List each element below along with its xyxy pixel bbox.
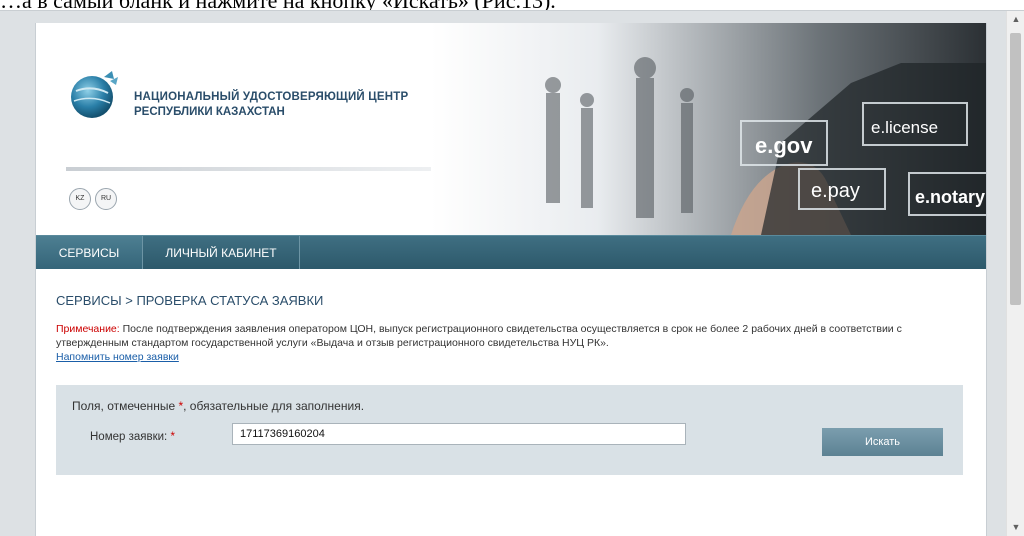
required-note-suffix: , обязательные для заполнения. (183, 399, 365, 413)
nav-item-services[interactable]: СЕРВИСЫ (36, 236, 143, 270)
note-label: Примечание: (56, 323, 120, 335)
service-note: Примечание: После подтверждения заявлени… (56, 322, 966, 350)
required-fields-note: Поля, отмеченные *, обязательные для зап… (72, 399, 364, 413)
request-number-required-star: * (170, 431, 175, 443)
svg-text:e.gov: e.gov (755, 133, 813, 158)
lang-kz-button[interactable]: KZ (69, 188, 91, 210)
org-name-line2: РЕСПУБЛИКИ КАЗАХСТАН (134, 106, 285, 118)
remind-request-number-link[interactable]: Напомнить номер заявки (56, 351, 179, 363)
header-divider (66, 167, 436, 171)
web-page: НАЦИОНАЛЬНЫЙ УДОСТОВЕРЯЮЩИЙ ЦЕНТР РЕСПУБ… (35, 23, 987, 536)
main-navigation: СЕРВИСЫ ЛИЧНЫЙ КАБИНЕТ (36, 235, 986, 270)
svg-text:e.license: e.license (871, 118, 938, 137)
required-note-prefix: Поля, отмеченные (72, 399, 179, 413)
lang-ru-button[interactable]: RU (95, 188, 117, 210)
status-check-form: Поля, отмеченные * , обязательные для зап… (56, 385, 963, 475)
scroll-down-arrow-icon[interactable]: ▼ (1010, 521, 1022, 533)
note-text: После подтверждения заявления оператором… (56, 323, 902, 349)
search-button[interactable]: Искать (822, 428, 943, 456)
org-name-line1: НАЦИОНАЛЬНЫЙ УДОСТОВЕРЯЮЩИЙ ЦЕНТР (134, 91, 409, 103)
svg-text:e.pay: e.pay (811, 180, 860, 202)
request-number-label-text: Номер заявки: (90, 431, 168, 443)
egov-banner-image: e.gov e.license e.pay e.notary (431, 23, 986, 235)
request-number-label: Номер заявки: * (90, 431, 175, 443)
scroll-up-arrow-icon[interactable]: ▲ (1010, 13, 1022, 25)
site-header: НАЦИОНАЛЬНЫЙ УДОСТОВЕРЯЮЩИЙ ЦЕНТР РЕСПУБ… (36, 23, 986, 235)
vertical-scrollbar[interactable]: ▲ ▼ (1006, 11, 1024, 536)
nav-item-personal-cabinet[interactable]: ЛИЧНЫЙ КАБИНЕТ (143, 236, 300, 270)
svg-text:e.notary: e.notary (915, 187, 985, 207)
globe-logo-icon (71, 71, 118, 118)
browser-window: НАЦИОНАЛЬНЫЙ УДОСТОВЕРЯЮЩИЙ ЦЕНТР РЕСПУБ… (0, 10, 1024, 536)
breadcrumb: СЕРВИСЫ > ПРОВЕРКА СТАТУСА ЗАЯВКИ (56, 293, 324, 308)
main-content: СЕРВИСЫ > ПРОВЕРКА СТАТУСА ЗАЯВКИ Примеч… (36, 269, 986, 536)
request-number-input[interactable] (232, 423, 686, 445)
scrollbar-thumb[interactable] (1010, 33, 1021, 305)
